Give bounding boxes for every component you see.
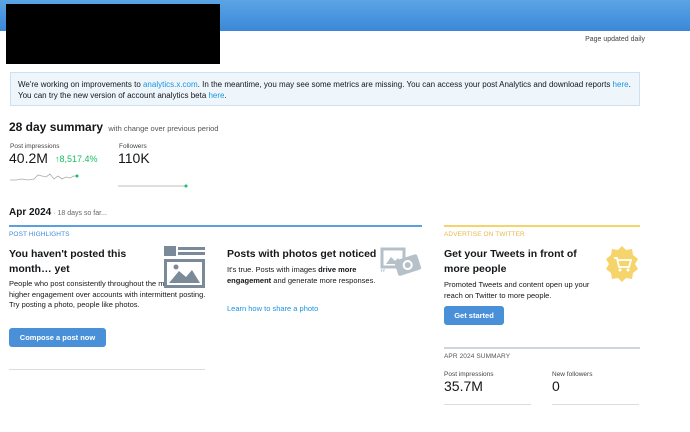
- summary-title: 28 day summary with change over previous…: [9, 120, 218, 134]
- period-subtitle: · 18 days so far...: [51, 210, 107, 217]
- notice-text: .: [224, 91, 227, 100]
- highlights-label: POST HIGHLIGHTS: [9, 231, 70, 238]
- redacted-profile-area: [6, 4, 220, 64]
- notice-text: We're working on improvements to: [18, 80, 143, 89]
- photo-camera-icon: “: [380, 246, 422, 285]
- compose-photo-icon: [164, 246, 206, 295]
- promoted-cart-badge-icon: [604, 246, 640, 287]
- card-no-posts-title: You haven't posted this month… yet: [9, 248, 127, 275]
- beta-analytics-link[interactable]: here: [208, 91, 224, 100]
- advertise-body: Promoted Tweets and content open up your…: [444, 280, 590, 300]
- month-impressions-rule: [444, 404, 531, 405]
- month-summary-divider: [444, 347, 640, 349]
- analytics-link[interactable]: analytics.x.com: [143, 80, 198, 89]
- month-followers-value: 0: [552, 378, 560, 394]
- share-photo-link[interactable]: Learn how to share a photo: [227, 304, 318, 313]
- month-impressions-value: 35.7M: [444, 378, 483, 394]
- impressions-delta: ↑8,517.4%: [55, 154, 98, 164]
- download-reports-link[interactable]: here: [613, 80, 629, 89]
- month-impressions-label: Post impressions: [444, 371, 494, 378]
- card-photos-body-text: and generate more responses.: [271, 275, 376, 285]
- followers-sparkline: [118, 184, 188, 188]
- month-followers-rule: [552, 404, 639, 405]
- impressions-value: 40.2M: [9, 150, 48, 166]
- summary-subtitle: with change over previous period: [108, 124, 219, 133]
- highlights-bottom-rule: [9, 369, 205, 370]
- followers-value: 110K: [118, 150, 150, 166]
- analytics-notice: We're working on improvements to analyti…: [10, 72, 640, 106]
- advertise-label: ADVERTISE ON TWITTER: [444, 231, 525, 238]
- highlights-divider: [9, 225, 422, 227]
- month-summary-label: APR 2024 SUMMARY: [444, 353, 511, 360]
- impressions-label: Post impressions: [10, 143, 60, 150]
- notice-text: . In the meantime, you may see some metr…: [197, 80, 613, 89]
- month-followers-label: New followers: [552, 371, 593, 378]
- get-started-button[interactable]: Get started: [444, 306, 504, 325]
- impressions-sparkline: [10, 173, 79, 181]
- advertise-divider: [444, 225, 640, 227]
- advertise-title: Get your Tweets in front of more people: [444, 248, 577, 275]
- summary-heading: 28 day summary: [9, 120, 104, 134]
- card-photos-body-text: It's true. Posts with images: [227, 265, 319, 274]
- svg-text:“: “: [380, 267, 386, 280]
- period-title: Apr 2024 · 18 days so far...: [9, 207, 107, 218]
- compose-post-button[interactable]: Compose a post now: [9, 328, 106, 347]
- period-heading: Apr 2024: [9, 207, 52, 218]
- followers-label: Followers: [119, 143, 147, 150]
- card-photos-body: It's true. Posts with images drive more …: [227, 265, 377, 286]
- page-updated-text: Page updated daily: [585, 36, 645, 43]
